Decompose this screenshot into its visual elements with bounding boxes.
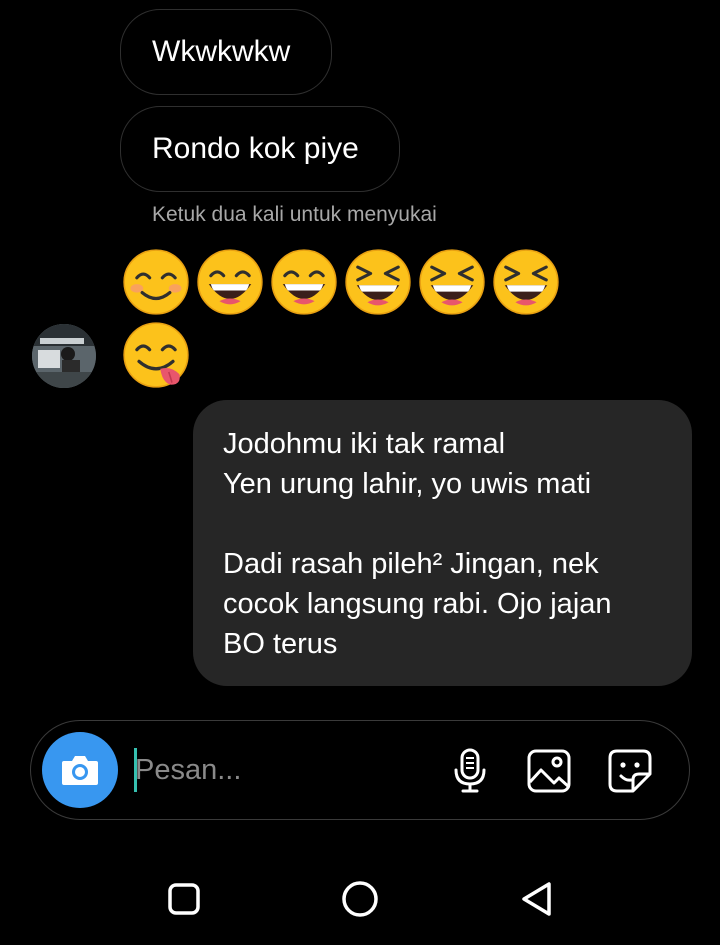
grinning-face-icon — [271, 249, 337, 315]
sticker-icon — [608, 749, 652, 793]
home-button[interactable] — [338, 877, 382, 921]
sticker-button[interactable] — [606, 747, 654, 795]
circle-icon — [342, 881, 378, 917]
microphone-icon — [454, 748, 486, 793]
grinning-face-icon — [197, 249, 263, 315]
message-line: Dadi rasah pileh² Jingan, nek — [223, 548, 599, 580]
voice-message-button[interactable] — [446, 747, 494, 795]
smiling-face-with-smiling-eyes-icon — [123, 249, 189, 315]
message-text: Rondo kok piye — [152, 132, 359, 165]
double-tap-hint: Ketuk dua kali untuk menyukai — [152, 203, 437, 226]
message-line — [223, 504, 662, 544]
message-composer — [30, 720, 690, 820]
squinting-face-icon — [493, 249, 559, 315]
message-text: Wkwkwkw — [152, 35, 291, 68]
avatar[interactable] — [32, 324, 96, 388]
incoming-message[interactable]: Wkwkwkw — [120, 9, 332, 95]
gallery-button[interactable] — [525, 747, 573, 795]
message-line: BO terus — [223, 628, 338, 660]
squinting-face-icon — [419, 249, 485, 315]
chat-screen: Wkwkwkw Rondo kok piye Ketuk dua kali un… — [0, 0, 720, 945]
squinting-face-icon — [345, 249, 411, 315]
recent-apps-button[interactable] — [162, 877, 206, 921]
face-savoring-food-icon — [123, 322, 189, 388]
system-navigation-bar — [0, 850, 720, 945]
back-triangle-icon — [522, 882, 551, 916]
camera-button[interactable] — [42, 732, 118, 808]
message-line: Yen urung lahir, yo uwis mati — [223, 468, 592, 500]
back-button[interactable] — [514, 877, 558, 921]
camera-icon — [62, 756, 98, 785]
message-line: cocok langsung rabi. Ojo jajan — [223, 588, 612, 620]
square-icon — [168, 883, 200, 915]
image-icon — [527, 749, 571, 793]
incoming-message[interactable]: Rondo kok piye — [120, 106, 400, 192]
emoji-message[interactable] — [122, 248, 560, 316]
message-input[interactable] — [135, 743, 425, 797]
message-line: Jodohmu iki tak ramal — [223, 428, 506, 460]
emoji-message[interactable] — [122, 321, 190, 389]
outgoing-message[interactable]: Jodohmu iki tak ramal Yen urung lahir, y… — [193, 400, 692, 686]
avatar-photo — [32, 324, 96, 388]
